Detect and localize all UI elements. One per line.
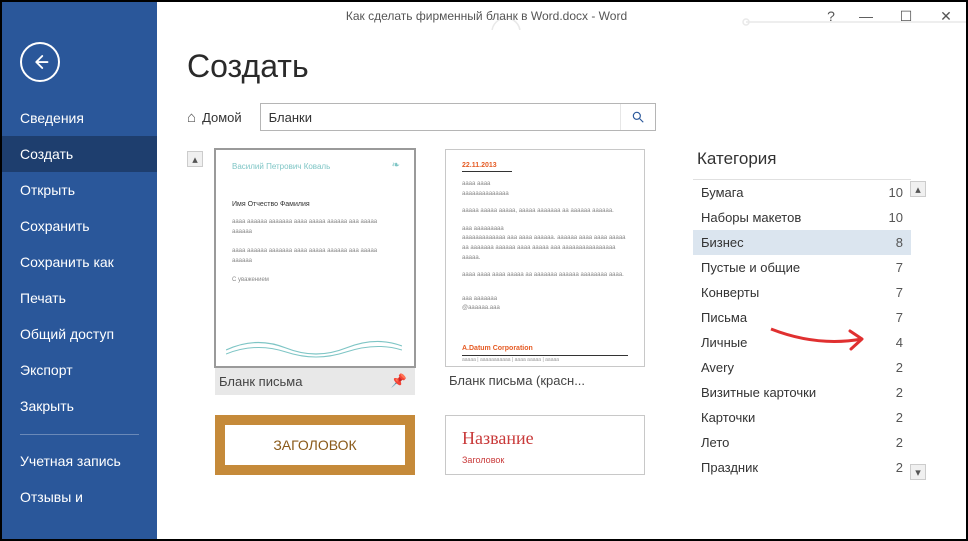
template-thumb: ЗАГОЛОВОК [215,415,415,475]
home-label: Домой [202,110,242,125]
template-card[interactable]: ЗАГОЛОВОК [215,415,415,475]
scroll-up-icon[interactable]: ▴ [187,151,203,167]
sidebar-item-info[interactable]: Сведения [2,100,157,136]
categories-scrollbar[interactable]: ▴ ▾ [911,181,925,480]
sidebar-item-open[interactable]: Открыть [2,172,157,208]
maximize-button[interactable]: ☐ [886,2,926,30]
category-name: Бумага [701,185,743,200]
category-name: Бизнес [701,235,744,250]
category-name: Наборы макетов [701,210,801,225]
categories-panel: Категория Бумага 10 Наборы макетов 10 Бизнес… [693,149,911,480]
category-item[interactable]: Бизнес 8 [693,230,911,255]
category-name: Письма [701,310,747,325]
help-button[interactable]: ? [816,8,846,24]
close-button[interactable]: ✕ [926,2,966,30]
category-item[interactable]: Бумага 10 [693,180,911,205]
categories-title: Категория [693,149,911,169]
sidebar-item-print[interactable]: Печать [2,280,157,316]
scroll-up-icon[interactable]: ▴ [910,181,926,197]
template-thumb: Название Заголовок [445,415,645,475]
home-icon: ⌂ [187,109,196,126]
template-thumb: Василий Петрович Коваль ❧ Имя Отчество Ф… [215,149,415,367]
scroll-down-icon[interactable]: ▾ [910,464,926,480]
category-count: 4 [896,335,903,350]
category-name: Конверты [701,285,759,300]
category-count: 2 [896,460,903,475]
category-count: 2 [896,410,903,425]
category-count: 7 [896,310,903,325]
category-count: 7 [896,260,903,275]
category-count: 7 [896,285,903,300]
category-item[interactable]: Конверты 7 [693,280,911,305]
category-name: Личные [701,335,747,350]
pin-icon[interactable]: 📌 [391,373,407,389]
category-item[interactable]: Карточки 2 [693,405,911,430]
sidebar-item-feedback[interactable]: Отзывы и [2,479,157,515]
category-count: 10 [889,185,903,200]
main-panel: Создать ⌂ Домой ▴ [157,30,966,539]
template-label: Бланк письма (красн... [449,373,585,388]
sidebar-item-save[interactable]: Сохранить [2,208,157,244]
sidebar-item-share[interactable]: Общий доступ [2,316,157,352]
sidebar-item-export[interactable]: Экспорт [2,352,157,388]
template-label: Бланк письма [219,374,302,389]
home-link[interactable]: ⌂ Домой [187,109,242,126]
category-name: Праздник [701,460,758,475]
minimize-button[interactable]: — [846,2,886,30]
search-input[interactable] [261,104,620,130]
search-box [260,103,656,131]
category-count: 10 [889,210,903,225]
annotation-arrow [767,325,882,362]
category-name: Лето [701,435,729,450]
category-name: Карточки [701,410,755,425]
template-thumb: 22.11.2013 аааа аааааааааааааааааа ааааа… [445,149,645,367]
template-card[interactable]: Василий Петрович Коваль ❧ Имя Отчество Ф… [215,149,415,395]
category-item[interactable]: Лето 2 [693,430,911,455]
sidebar-item-account[interactable]: Учетная запись [2,443,157,479]
titlebar: Как сделать фирменный бланк в Word.docx … [2,2,966,30]
page-title: Создать [187,48,966,85]
category-name: Avery [701,360,734,375]
template-card[interactable]: 22.11.2013 аааа аааааааааааааааааа ааааа… [445,149,645,395]
category-name: Визитные карточки [701,385,816,400]
category-name: Пустые и общие [701,260,800,275]
search-button[interactable] [620,104,655,130]
document-title: Как сделать фирменный бланк в Word.docx … [157,2,816,30]
category-item[interactable]: Наборы макетов 10 [693,205,911,230]
templates-scrollbar[interactable]: ▴ [187,149,203,167]
category-count: 2 [896,435,903,450]
templates-grid: Василий Петрович Коваль ❧ Имя Отчество Ф… [215,149,675,475]
sidebar-item-new[interactable]: Создать [2,136,157,172]
category-item[interactable]: Пустые и общие 7 [693,255,911,280]
sidebar-item-close[interactable]: Закрыть [2,388,157,424]
template-card[interactable]: Название Заголовок [445,415,645,475]
category-count: 8 [896,235,903,250]
category-count: 2 [896,360,903,375]
sidebar-item-saveas[interactable]: Сохранить как [2,244,157,280]
category-item[interactable]: Праздник 2 [693,455,911,480]
sidebar: Сведения Создать Открыть Сохранить Сохра… [2,30,157,539]
back-button[interactable] [20,42,60,82]
category-count: 2 [896,385,903,400]
category-item[interactable]: Визитные карточки 2 [693,380,911,405]
bird-icon: ❧ [392,160,400,171]
